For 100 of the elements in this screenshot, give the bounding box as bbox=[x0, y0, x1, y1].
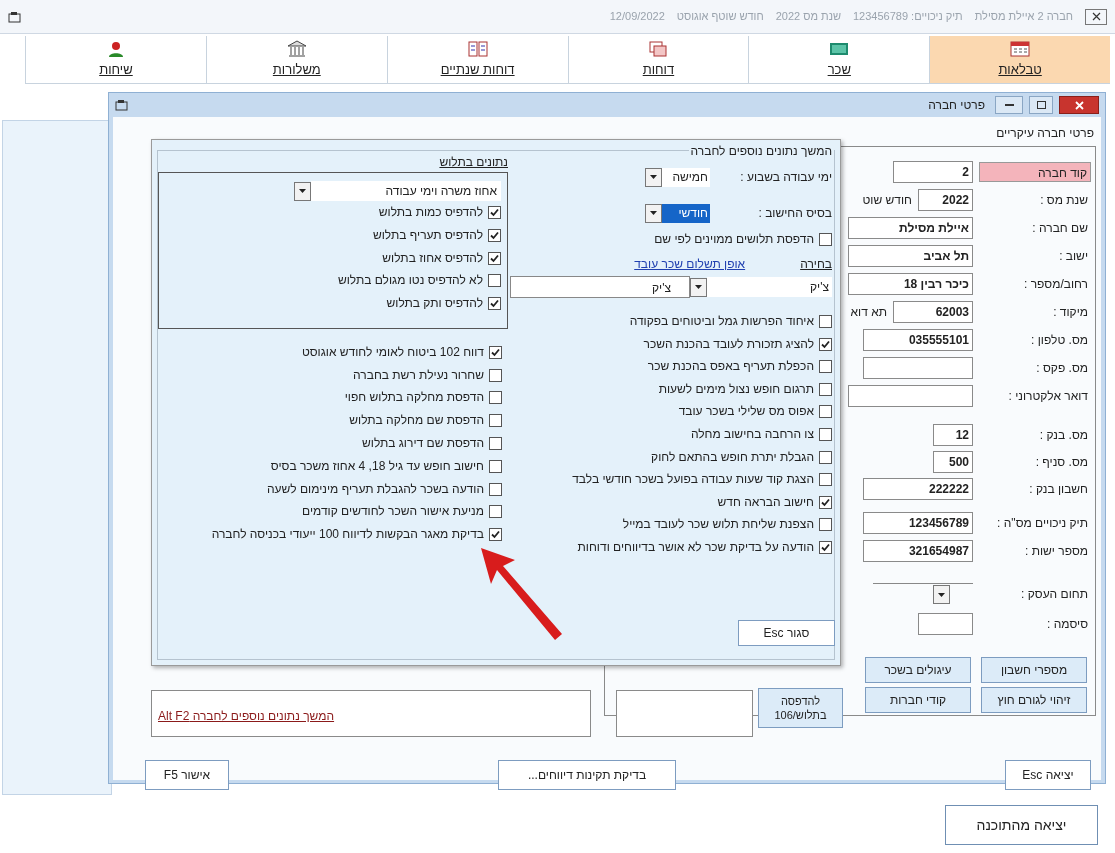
close-button[interactable] bbox=[1085, 8, 1107, 25]
minimize-button[interactable] bbox=[995, 96, 1023, 114]
app-icon bbox=[8, 10, 22, 23]
field-label: תיק ניכויים מס"ה : bbox=[996, 515, 1089, 532]
toolbar-tab[interactable]: טבלאות bbox=[929, 36, 1110, 83]
checkbox[interactable] bbox=[489, 505, 502, 519]
input-field[interactable]: 321654987 bbox=[863, 540, 973, 562]
checkbox[interactable] bbox=[488, 297, 501, 310]
checkbox[interactable] bbox=[489, 345, 502, 359]
dropdown-button[interactable] bbox=[933, 585, 950, 604]
field-label: בחירה bbox=[800, 256, 832, 273]
checkbox-label: הדפסת שם דירוג בתלוש bbox=[362, 435, 484, 451]
checkbox-label: בדיקת מאגר הבקשות לדיווח 100 ייעודי בכניסה לחברה bbox=[211, 527, 484, 543]
close-button[interactable] bbox=[1059, 96, 1099, 114]
input-field[interactable]: 222222 bbox=[863, 477, 973, 500]
button[interactable]: זיהוי לגורם חוץ bbox=[981, 687, 1087, 713]
input-field[interactable]: 62003 bbox=[893, 301, 973, 323]
building-icon bbox=[286, 39, 307, 58]
checkbox[interactable] bbox=[819, 405, 832, 419]
checkbox[interactable] bbox=[819, 382, 832, 396]
button[interactable]: עיגולים בשכר bbox=[865, 657, 971, 683]
close-button[interactable]: סגור Esc bbox=[738, 620, 835, 646]
input-field[interactable] bbox=[863, 357, 973, 379]
checkbox[interactable] bbox=[489, 459, 502, 473]
checkbox[interactable] bbox=[819, 427, 832, 441]
close-icon bbox=[1074, 100, 1084, 110]
checkbox[interactable] bbox=[819, 518, 832, 532]
maximize-button[interactable] bbox=[1029, 96, 1053, 114]
close-icon bbox=[1091, 12, 1101, 21]
checkbox[interactable] bbox=[819, 473, 832, 487]
print-button[interactable]: להדפסה בתלוש/106 bbox=[758, 688, 843, 728]
input-field[interactable]: 500 bbox=[933, 450, 973, 473]
checkbox[interactable] bbox=[819, 450, 832, 464]
checkbox[interactable] bbox=[819, 360, 832, 374]
checkbox[interactable] bbox=[488, 274, 501, 288]
app-icon bbox=[115, 99, 129, 111]
input-field[interactable]: 2022 bbox=[918, 189, 973, 211]
more-details-link[interactable]: המשך נתונים נוספים לחברה Alt F2 bbox=[158, 707, 335, 725]
field-label: מיקוד : bbox=[1052, 304, 1089, 321]
checkbox[interactable] bbox=[489, 436, 502, 450]
checkbox-label: תרגום חופש נצול מימים לשעות bbox=[658, 381, 814, 397]
window-title: חודש שוטף אוגוסט bbox=[676, 9, 764, 25]
input-field[interactable]: תל אביב bbox=[848, 245, 973, 267]
field-label: תחום העסק : bbox=[1020, 586, 1089, 603]
caret-icon bbox=[695, 285, 702, 289]
payment-method-link[interactable]: אופן תשלום שכר עובד bbox=[634, 255, 746, 273]
dropdown-button[interactable] bbox=[690, 277, 707, 297]
checkbox[interactable] bbox=[819, 495, 832, 509]
checkbox[interactable] bbox=[489, 368, 502, 382]
dropdown-field[interactable] bbox=[873, 583, 973, 605]
checkbox[interactable] bbox=[488, 228, 501, 242]
checkbox[interactable] bbox=[819, 540, 832, 554]
checkbox[interactable] bbox=[489, 482, 502, 496]
input-field[interactable]: כיכר רבין 18 bbox=[848, 273, 973, 295]
checkbox[interactable] bbox=[819, 315, 832, 328]
checkbox-label: הדפסת שם מחלקה בתלוש bbox=[349, 413, 484, 429]
checkbox[interactable] bbox=[819, 233, 832, 246]
input-field[interactable] bbox=[918, 613, 973, 635]
button[interactable]: יציאה Esc bbox=[1005, 760, 1091, 790]
checkbox-label: להדפיס ותק בתלוש bbox=[386, 296, 483, 311]
input-field[interactable]: 12 bbox=[933, 423, 973, 446]
exit-button[interactable]: יציאה מהתוכנה bbox=[945, 805, 1098, 845]
dropdown-button[interactable] bbox=[645, 203, 662, 223]
checkbox[interactable] bbox=[489, 391, 502, 405]
field-label: מס. סניף : bbox=[1034, 453, 1089, 471]
window-title: 12/09/2022 bbox=[609, 9, 665, 25]
checkbox[interactable] bbox=[488, 251, 501, 265]
maximize-icon bbox=[1036, 101, 1046, 109]
checkbox[interactable] bbox=[488, 206, 501, 219]
checkbox-label: הודעה בשכר להגבלת תעריף מינימום לשעה bbox=[267, 481, 484, 497]
button[interactable]: בדיקת תקינות דיווחים... bbox=[498, 760, 676, 790]
section-heading: נתונים בתלוש bbox=[438, 154, 508, 170]
button[interactable]: מספרי חשבון bbox=[981, 657, 1087, 683]
checkbox[interactable] bbox=[819, 337, 832, 351]
checkbox-label: הגבלת יתרת חופש בהתאם לחוק bbox=[651, 449, 814, 465]
window-icon bbox=[648, 39, 669, 58]
input-field[interactable]: 2 bbox=[893, 161, 973, 183]
checkbox-label: להדפיס תעריף בתלוש bbox=[373, 227, 483, 243]
input-field[interactable]: איילת מסילת bbox=[848, 217, 973, 239]
checkbox[interactable] bbox=[489, 414, 502, 428]
checkbox-label: להדפיס אחוז בתלוש bbox=[382, 250, 483, 266]
button[interactable]: אישור F5 bbox=[145, 760, 229, 790]
checkbox-label: הצגת קוד שעות עבודה בפועל בשכר חודשי בלבד bbox=[572, 472, 814, 488]
document-icon bbox=[467, 39, 488, 58]
checkbox[interactable] bbox=[489, 528, 502, 542]
button[interactable]: קודי חברות bbox=[865, 687, 971, 713]
checkbox-label: חישוב הבראה חדש bbox=[717, 494, 814, 510]
field-label: תא דוא bbox=[850, 304, 887, 321]
field-label: בסיס החישוב : bbox=[757, 205, 832, 222]
input-field[interactable]: 035555101 bbox=[863, 329, 973, 351]
field-label: מס. בנק : bbox=[1038, 426, 1089, 444]
field-label: סיסמה : bbox=[1046, 616, 1089, 633]
dropdown-button[interactable] bbox=[645, 167, 662, 187]
caret-icon bbox=[299, 189, 306, 193]
section-heading: פרטי חברה עיקריים bbox=[996, 125, 1094, 142]
input-field[interactable]: 123456789 bbox=[863, 512, 973, 534]
checkbox-label: לא להדפיס נטו מגולם בתלוש bbox=[337, 273, 483, 289]
checkbox-label: אפוס מס שלילי בשכר עובד bbox=[678, 404, 814, 420]
input-field[interactable] bbox=[848, 385, 973, 407]
dropdown-button[interactable] bbox=[294, 181, 311, 201]
